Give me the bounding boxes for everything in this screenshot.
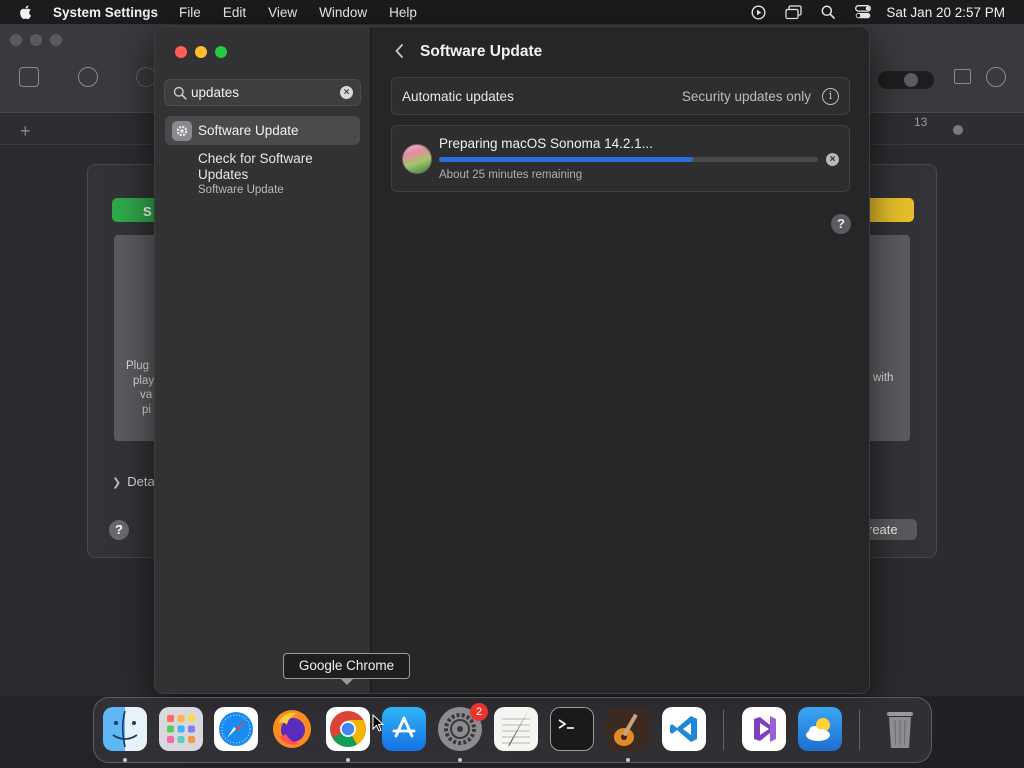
bg-left-text: Plug play va pi	[126, 360, 155, 416]
automatic-updates-row: Automatic updates Security updates only …	[391, 77, 850, 115]
dock-trash-icon[interactable]	[878, 707, 922, 751]
dock-vscode-icon[interactable]	[662, 707, 706, 751]
bg-add-icon[interactable]: +	[20, 121, 31, 142]
update-time-remaining: About 25 minutes remaining	[439, 169, 583, 181]
window-switcher-icon[interactable]	[784, 4, 802, 20]
dock: 2	[93, 697, 932, 763]
bg-close-dot[interactable]	[10, 34, 22, 46]
bg-toolbar-toggle[interactable]	[878, 71, 934, 89]
info-icon[interactable]: i	[822, 88, 839, 105]
bg-details-disclosure[interactable]: ❯ Deta	[112, 474, 155, 489]
screen-recording-icon[interactable]	[749, 4, 767, 20]
bg-toolbar-sidebar-icon[interactable]	[954, 69, 971, 84]
bg-help-button[interactable]: ?	[109, 520, 129, 540]
menu-file[interactable]: File	[179, 5, 201, 20]
sidebar-search: ×	[164, 79, 361, 106]
window-minimize-button[interactable]	[195, 46, 207, 58]
menu-clock[interactable]: Sat Jan 20 2:57 PM	[886, 5, 1005, 20]
bg-ruler-number: 13	[914, 115, 928, 129]
update-progress-bar	[439, 157, 818, 162]
dock-launchpad-icon[interactable]	[159, 707, 203, 751]
update-progress-fill	[439, 157, 693, 162]
search-icon	[173, 86, 187, 100]
settings-sidebar: × Software Update Check for Software Upd…	[155, 27, 371, 693]
menu-edit[interactable]: Edit	[223, 5, 246, 20]
system-settings-window: × Software Update Check for Software Upd…	[154, 26, 870, 694]
dock-textedit-icon[interactable]	[494, 707, 538, 751]
tooltip-arrow	[340, 678, 354, 685]
cancel-update-icon[interactable]: ×	[826, 153, 839, 166]
control-center-icon[interactable]	[854, 4, 872, 20]
bg-minimize-dot[interactable]	[30, 34, 42, 46]
gear-icon	[172, 120, 192, 141]
bg-toolbar-comment-icon[interactable]	[986, 67, 1006, 87]
clear-search-icon[interactable]: ×	[340, 86, 353, 99]
dock-weather-icon[interactable]	[798, 707, 842, 751]
dock-visual-studio-icon[interactable]	[742, 707, 786, 751]
dock-terminal-icon[interactable]	[550, 707, 594, 751]
settings-content: Software Update Automatic updates Securi…	[372, 27, 869, 693]
dock-finder-icon[interactable]	[103, 707, 147, 751]
automatic-updates-label: Automatic updates	[402, 89, 514, 104]
bg-toolbar-help-icon[interactable]	[78, 67, 98, 87]
dock-separator	[723, 710, 724, 750]
page-title: Software Update	[420, 43, 543, 60]
settings-running-dot	[458, 758, 462, 762]
sidebar-item-label: Software Update	[198, 123, 299, 138]
sidebar-search-result[interactable]: Check for Software Updates Software Upda…	[198, 151, 358, 196]
menu-help[interactable]: Help	[389, 5, 417, 20]
dock-safari-icon[interactable]	[214, 707, 258, 751]
finder-running-dot	[123, 758, 127, 762]
system-settings-badge: 2	[470, 703, 488, 721]
dock-separator-trash	[859, 710, 860, 750]
garageband-running-dot	[626, 758, 630, 762]
update-progress-card: Preparing macOS Sonoma 14.2.1... About 2…	[391, 125, 850, 192]
chevron-right-icon: ❯	[112, 477, 122, 489]
menu-app-name[interactable]: System Settings	[53, 5, 158, 20]
bg-right-panel	[864, 235, 910, 441]
apple-menu-icon[interactable]	[18, 4, 34, 20]
automatic-updates-value: Security updates only	[681, 89, 811, 104]
help-button[interactable]: ?	[831, 214, 851, 234]
search-result-detail: Software Update	[198, 184, 284, 196]
dock-chrome-icon[interactable]	[326, 707, 370, 751]
update-title: Preparing macOS Sonoma 14.2.1...	[439, 136, 653, 151]
search-input[interactable]	[191, 83, 331, 102]
window-close-button[interactable]	[175, 46, 187, 58]
sidebar-item-software-update[interactable]: Software Update	[165, 116, 360, 145]
mouse-cursor-icon	[372, 714, 384, 732]
menu-bar: System Settings File Edit View Window He…	[0, 0, 1024, 24]
spotlight-search-icon[interactable]	[819, 4, 837, 20]
bg-slider-knob[interactable]	[953, 125, 963, 135]
bg-right-text: with	[873, 372, 894, 384]
chrome-running-dot	[346, 758, 350, 762]
search-result-title: Check for Software Updates	[198, 151, 313, 182]
menu-window[interactable]: Window	[319, 5, 367, 20]
dock-app-store-icon[interactable]	[382, 707, 426, 751]
menu-view[interactable]: View	[268, 5, 297, 20]
bg-toolbar-box-icon[interactable]	[19, 67, 39, 87]
back-chevron-icon[interactable]	[393, 42, 407, 60]
dock-firefox-icon[interactable]	[270, 707, 314, 751]
macos-sonoma-icon	[402, 144, 432, 174]
dock-tooltip: Google Chrome	[283, 653, 410, 679]
bg-toolbar-gear-icon[interactable]	[136, 67, 156, 87]
dock-garageband-icon[interactable]	[606, 707, 650, 751]
window-maximize-button[interactable]	[215, 46, 227, 58]
bg-maximize-dot[interactable]	[50, 34, 62, 46]
